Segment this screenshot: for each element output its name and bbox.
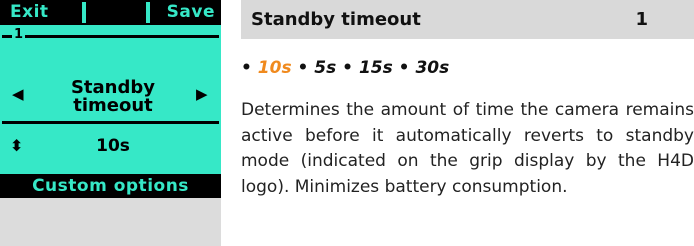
option-item: 15s	[358, 58, 393, 78]
value-rule	[2, 121, 219, 124]
option-default: 10s	[257, 58, 292, 78]
save-softkey[interactable]: Save	[167, 0, 215, 25]
parameter-value[interactable]: 10s	[40, 136, 186, 156]
custom-options-footer: Custom options	[0, 174, 221, 198]
parameter-name: Standby timeout	[40, 79, 186, 115]
description-text: Determines the amount of time the camera…	[241, 100, 694, 197]
section-heading: Standby timeout 1	[241, 0, 694, 39]
up-down-arrows-icon[interactable]: ⬍	[10, 137, 23, 155]
option-item: 5s	[314, 58, 337, 78]
bullet: •	[398, 58, 410, 78]
bullet: •	[297, 58, 309, 78]
section-title: Standby timeout	[251, 9, 421, 30]
grip-display-panel: Exit Save 1 ◀ Standby timeout ▶ ⬍ 10s Cu…	[0, 0, 221, 246]
exit-softkey[interactable]: Exit	[10, 0, 49, 25]
page-number: 1	[12, 27, 26, 42]
section-number: 1	[635, 9, 648, 30]
bullet: •	[342, 58, 354, 78]
parameter-name-line2: timeout	[73, 95, 153, 116]
left-triangle-icon[interactable]: ◀	[12, 85, 24, 103]
right-triangle-icon[interactable]: ▶	[196, 85, 208, 103]
bullet: •	[241, 58, 252, 78]
softkey-divider	[146, 2, 150, 23]
option-item: 30s	[415, 58, 450, 78]
lcd-screen: Exit Save 1 ◀ Standby timeout ▶ ⬍ 10s Cu…	[0, 0, 221, 198]
softkey-divider	[82, 2, 86, 23]
option-list: • 10s • 5s • 15s • 30s	[241, 56, 449, 80]
page-rule	[2, 35, 219, 38]
softkey-bar: Exit Save	[0, 0, 221, 25]
